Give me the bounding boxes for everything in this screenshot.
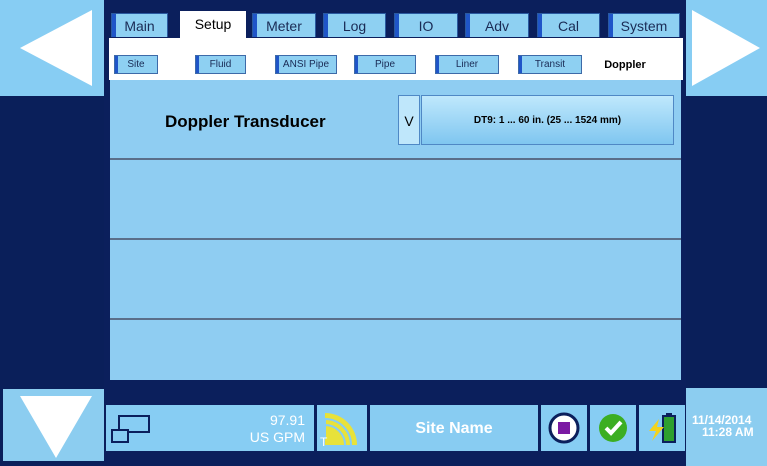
tab-marker [538,14,542,37]
tab-marker [324,14,328,37]
doppler-transducer-label: Doppler Transducer [165,112,326,131]
stop-button[interactable] [541,405,587,451]
menu-down-button[interactable] [0,386,104,464]
site-name-button[interactable]: Site Name [370,405,538,451]
settings-panel: Doppler Transducer V DT9: 1 ... 60 in. (… [110,80,681,380]
right-side-panel [686,96,767,386]
down-arrow-icon [20,396,92,458]
subtab-liner[interactable]: Liner [435,55,499,74]
tab-label: Setup [194,16,232,32]
tab-system[interactable]: System [608,13,680,37]
status-ok-button[interactable] [590,405,636,451]
tab-marker [466,14,470,37]
tab-marker [115,56,118,73]
datetime-display: 11/14/2014 11:28 AM [686,386,767,466]
subtab-doppler[interactable]: Doppler [594,55,656,74]
transducer-select[interactable]: DT9: 1 ... 60 in. (25 ... 1524 mm) [421,95,674,145]
row-divider [110,318,681,320]
tab-label: Main [124,18,155,34]
tab-label: Transit [534,59,566,70]
tab-label: Pipe [374,59,395,70]
tab-label: Cal [557,18,579,34]
tab-marker [519,56,522,73]
battery-button[interactable] [639,405,685,451]
tab-adv[interactable]: Adv [465,13,529,37]
right-arrow-icon [692,10,760,86]
tab-marker [276,56,279,73]
display-mode-icon [111,415,150,443]
check-icon [599,414,627,442]
left-side-panel [0,96,104,386]
subtab-fluid[interactable]: Fluid [195,55,246,74]
tab-label: IO [418,18,434,34]
flow-unit: US GPM [249,429,305,445]
prev-page-button[interactable] [0,0,104,96]
tab-label: Fluid [209,59,232,70]
row-divider [110,238,681,240]
site-name-text: Site Name [415,420,493,437]
tab-marker [609,14,613,37]
subtab-ansi-pipe[interactable]: ANSI Pipe [275,55,337,74]
tab-label: Doppler [604,59,646,71]
flow-value: 97.91 [269,412,305,428]
tab-cal[interactable]: Cal [537,13,600,37]
battery-icon [649,413,676,443]
tab-label: ANSI Pipe [282,59,330,70]
tab-marker [253,14,257,37]
subtab-pipe[interactable]: Pipe [354,55,416,74]
tab-marker [395,14,399,37]
row-divider [110,158,681,160]
signal-tag: T [320,435,328,449]
tab-log[interactable]: Log [323,13,386,37]
tab-marker [196,56,199,73]
tab-marker [436,56,439,73]
tab-label: Liner [455,59,479,70]
tab-meter[interactable]: Meter [252,13,316,37]
time-text: 11:28 AM [702,425,754,439]
tab-setup[interactable]: Setup [180,11,246,38]
subtab-transit[interactable]: Transit [518,55,582,74]
next-page-button[interactable] [686,0,767,96]
stop-icon [548,412,580,444]
tab-marker [355,56,358,73]
left-arrow-icon [20,10,92,86]
tab-label: Adv [484,18,510,34]
tab-marker [112,14,116,37]
tab-label: System [620,18,668,34]
flow-readout[interactable]: 97.91 US GPM [106,405,314,451]
subtab-site[interactable]: Site [114,55,158,74]
tab-label: Log [342,18,367,34]
tab-main[interactable]: Main [111,13,168,37]
transducer-dropdown-toggle[interactable]: V [398,95,420,145]
signal-strength-button[interactable]: T [317,405,367,451]
tab-label: Site [127,59,145,70]
tab-io[interactable]: IO [394,13,458,37]
tab-label: Meter [266,18,302,34]
